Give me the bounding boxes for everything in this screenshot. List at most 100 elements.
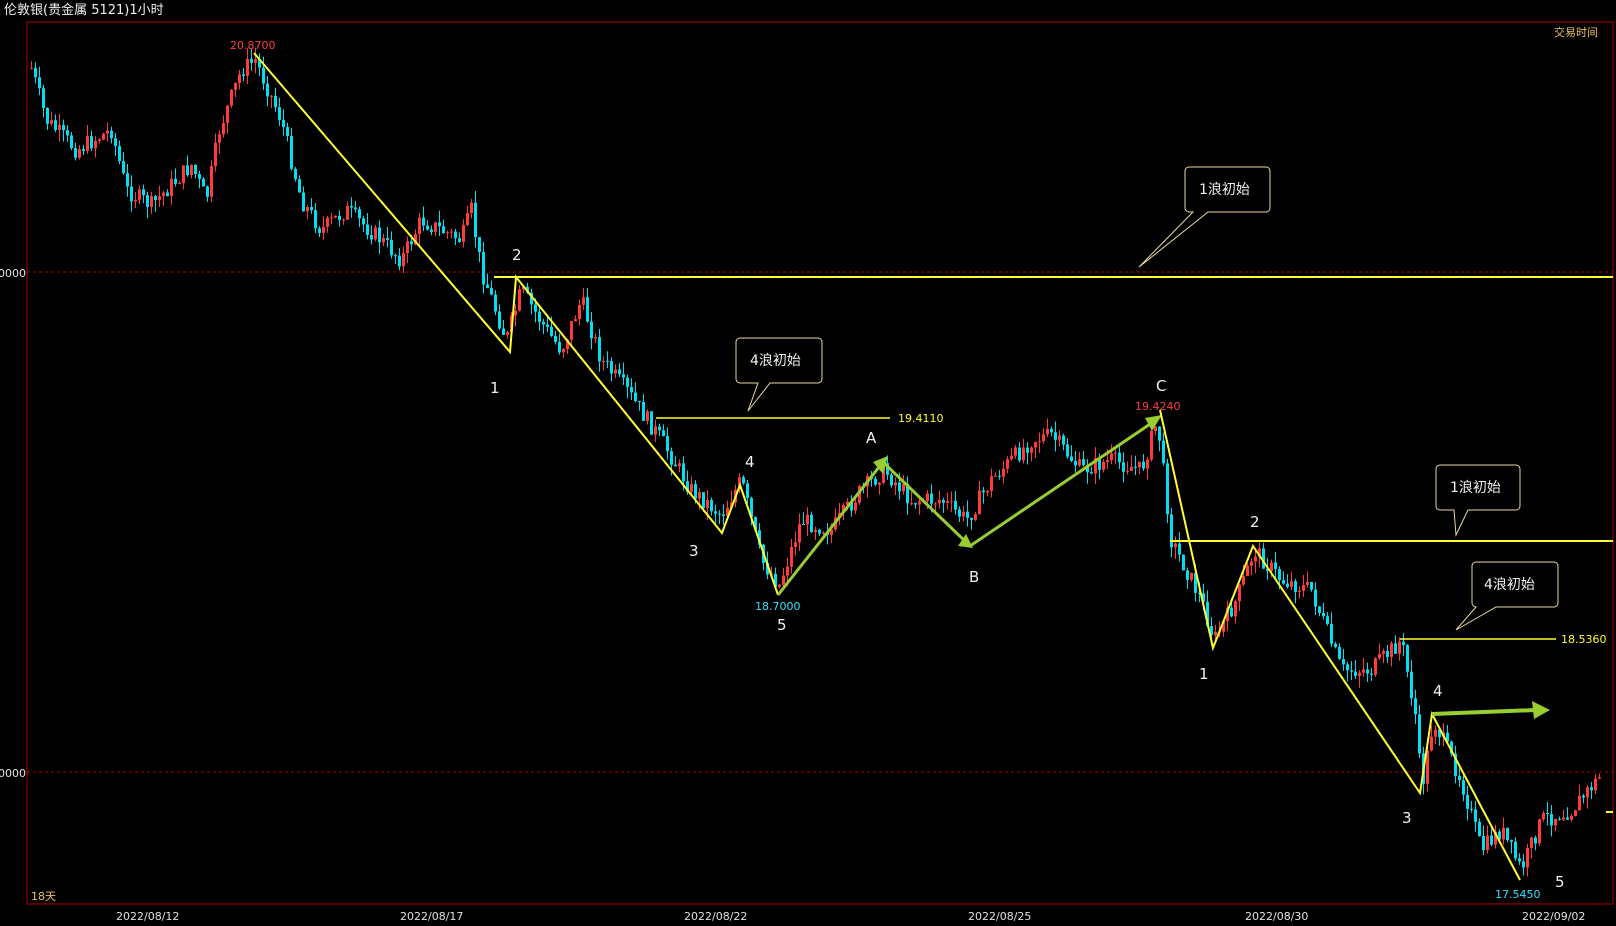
candle-body (262, 67, 265, 84)
candle-body (1458, 775, 1461, 781)
candle-body (1142, 461, 1145, 469)
candle-body (1558, 818, 1561, 820)
candle-body (1574, 810, 1577, 817)
candle-body (1478, 821, 1481, 836)
candle-body (1566, 817, 1569, 820)
candle-body (1054, 432, 1057, 440)
trading-time-label[interactable]: 交易时间 (1554, 25, 1598, 39)
candle-body (1490, 835, 1493, 845)
candle-body (1470, 808, 1473, 810)
candle-body (350, 205, 353, 208)
candle-body (122, 161, 125, 174)
candle-body (1002, 468, 1005, 477)
candle-body (982, 490, 985, 493)
candle-body (82, 149, 85, 151)
candle-body (590, 321, 593, 339)
callout-box[interactable]: 4浪初始 (1455, 561, 1559, 631)
candle-body (202, 178, 205, 187)
candle-body (542, 321, 545, 325)
candle-body (1182, 554, 1185, 571)
candle-body (278, 107, 281, 120)
candle-body (814, 529, 817, 533)
candle-body (298, 179, 301, 193)
candle-body (1246, 565, 1249, 576)
candle-body (1594, 778, 1597, 791)
candle-body (1242, 575, 1245, 585)
candle-body (818, 529, 821, 534)
candle-body (1526, 848, 1529, 868)
price-label-high: 19.4240 (1135, 400, 1181, 413)
wave-label: 2 (1250, 513, 1260, 531)
candle-body (1390, 643, 1393, 657)
candle-body (1414, 698, 1417, 715)
candle-body (1274, 562, 1277, 570)
candle-body (274, 95, 277, 108)
candle-body (126, 173, 129, 187)
candle-body (58, 124, 61, 131)
candle-body (66, 130, 69, 136)
candle-body (1398, 641, 1401, 654)
candle-body (998, 475, 1001, 477)
candle-body (1294, 581, 1297, 593)
candle-body (610, 361, 613, 374)
wave-label: 1 (1199, 665, 1209, 683)
candle-body (74, 148, 77, 158)
candle-body (878, 482, 881, 485)
candle-body (1006, 459, 1009, 469)
candle-body (1310, 582, 1313, 590)
callout-box[interactable]: 4浪初始 (735, 337, 823, 412)
candle-body (1230, 607, 1233, 617)
candle-body (1018, 447, 1021, 461)
candle-body (538, 311, 541, 322)
candle-body (806, 514, 809, 525)
candle-body (178, 182, 181, 184)
candle-body (534, 304, 537, 312)
candle-body (402, 253, 405, 267)
callout-box[interactable]: 1浪初始 (1435, 464, 1521, 537)
candle-body (710, 499, 713, 512)
candle-body (1382, 650, 1385, 654)
candle-body (138, 189, 141, 200)
candle-body (498, 311, 501, 329)
candle-body (930, 493, 933, 504)
candle-body (682, 463, 685, 482)
candle-body (214, 142, 217, 167)
candle-body (326, 217, 329, 227)
projection-arrow (1431, 708, 1537, 716)
callout-text: 4浪初始 (1484, 576, 1535, 593)
candle-body (670, 451, 673, 465)
candle-body (390, 239, 393, 256)
candle-body (1546, 813, 1549, 815)
candle-body (690, 484, 693, 492)
candle-body (406, 241, 409, 254)
callout-box[interactable]: 1浪初始 (1138, 166, 1271, 268)
candle-body (1134, 466, 1137, 468)
candle-body (442, 226, 445, 234)
candle-body (902, 483, 905, 492)
candle-body (822, 532, 825, 534)
candle-body (1406, 645, 1409, 672)
candle-body (1270, 562, 1273, 571)
candle-body (470, 202, 473, 214)
candle-body (1082, 459, 1085, 465)
candle-body (190, 164, 193, 175)
candle-body (1038, 441, 1041, 443)
candle-body (602, 360, 605, 362)
candle-body (594, 337, 597, 339)
y-tick-lower: 0000 (0, 767, 26, 780)
candle-body (338, 215, 341, 220)
candle-body (1214, 631, 1217, 636)
candle-body (714, 511, 717, 514)
candle-body (174, 178, 177, 184)
candle-body (942, 500, 945, 503)
candle-body (658, 426, 661, 431)
candle-body (934, 503, 937, 505)
candle-body (254, 59, 257, 63)
candle-body (1114, 452, 1117, 454)
candle-body (1066, 444, 1069, 457)
price-label-level: 19.4110 (898, 412, 944, 425)
price-chart[interactable]: 0000 0000 交易时间 18天 2022/08/12 2022/08/17… (0, 0, 1616, 926)
candle-body (782, 575, 785, 585)
candle-body (1298, 590, 1301, 593)
candle-body (1026, 447, 1029, 453)
